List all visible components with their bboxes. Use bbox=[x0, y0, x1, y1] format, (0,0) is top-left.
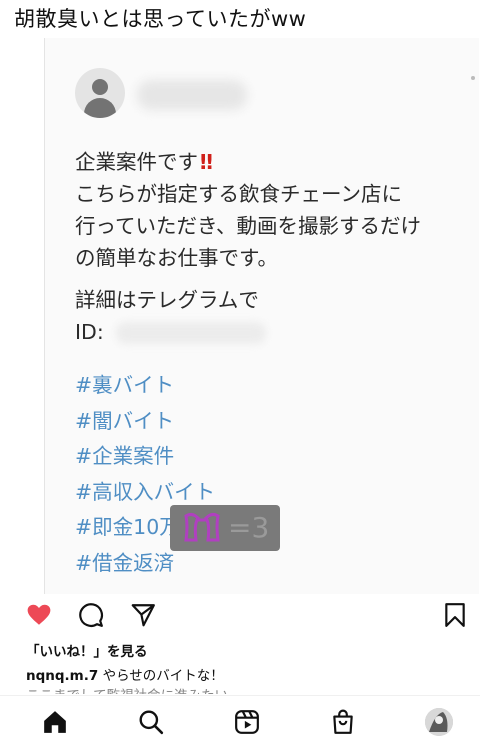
bottom-navigation bbox=[0, 695, 480, 746]
text-line-1: 企業案件です bbox=[75, 150, 198, 174]
text-line-3: 行っていただき、動画を撮影するだけ bbox=[75, 214, 422, 238]
see-likes-link[interactable]: 「いいね！」を見る bbox=[26, 640, 148, 660]
shop-icon[interactable] bbox=[330, 709, 356, 735]
comment-icon[interactable] bbox=[78, 602, 104, 628]
double-exclamation-icon: ‼ bbox=[200, 150, 213, 174]
more-dot bbox=[471, 76, 475, 80]
heart-icon[interactable] bbox=[26, 602, 52, 628]
hashtag[interactable]: #裏バイト bbox=[75, 368, 215, 404]
reels-icon[interactable] bbox=[234, 709, 260, 735]
blurred-username bbox=[137, 80, 247, 110]
post-text: 企業案件です‼ こちらが指定する飲食チェーン店に 行っていただき、動画を撮影する… bbox=[75, 146, 421, 348]
comment-username[interactable]: nqnq.m.7 bbox=[26, 668, 98, 684]
avatar bbox=[75, 68, 125, 118]
comment-text: やらせのバイトな！ bbox=[98, 668, 224, 684]
text-line-2: こちらが指定する飲食チェーン店に bbox=[75, 182, 402, 206]
home-icon[interactable] bbox=[42, 709, 68, 735]
blurred-id bbox=[115, 322, 266, 344]
comment-line: nqnq.m.7 やらせのバイトな！ bbox=[26, 664, 224, 684]
share-icon[interactable] bbox=[130, 602, 156, 628]
hashtag[interactable]: #闇バイト bbox=[75, 404, 215, 440]
bookmark-icon[interactable] bbox=[442, 602, 468, 628]
comment-faded-text: ここまでして監視社会に進みたい bbox=[26, 684, 228, 694]
sticker-emoticon: =3 bbox=[228, 511, 270, 544]
post-actions bbox=[0, 592, 480, 636]
text-line-4: の簡単なお仕事です。 bbox=[75, 246, 278, 270]
search-icon[interactable] bbox=[138, 709, 164, 735]
profile-avatar[interactable] bbox=[425, 708, 453, 736]
story-caption: 胡散臭いとは思っていたがww bbox=[14, 7, 307, 31]
emoji-sticker: =3 bbox=[170, 505, 280, 551]
hashtag[interactable]: #企業案件 bbox=[75, 439, 215, 475]
text-line-5: 詳細はテレグラムで bbox=[75, 288, 259, 312]
id-label: ID: bbox=[75, 320, 104, 344]
sticker-face-icon bbox=[184, 512, 220, 542]
